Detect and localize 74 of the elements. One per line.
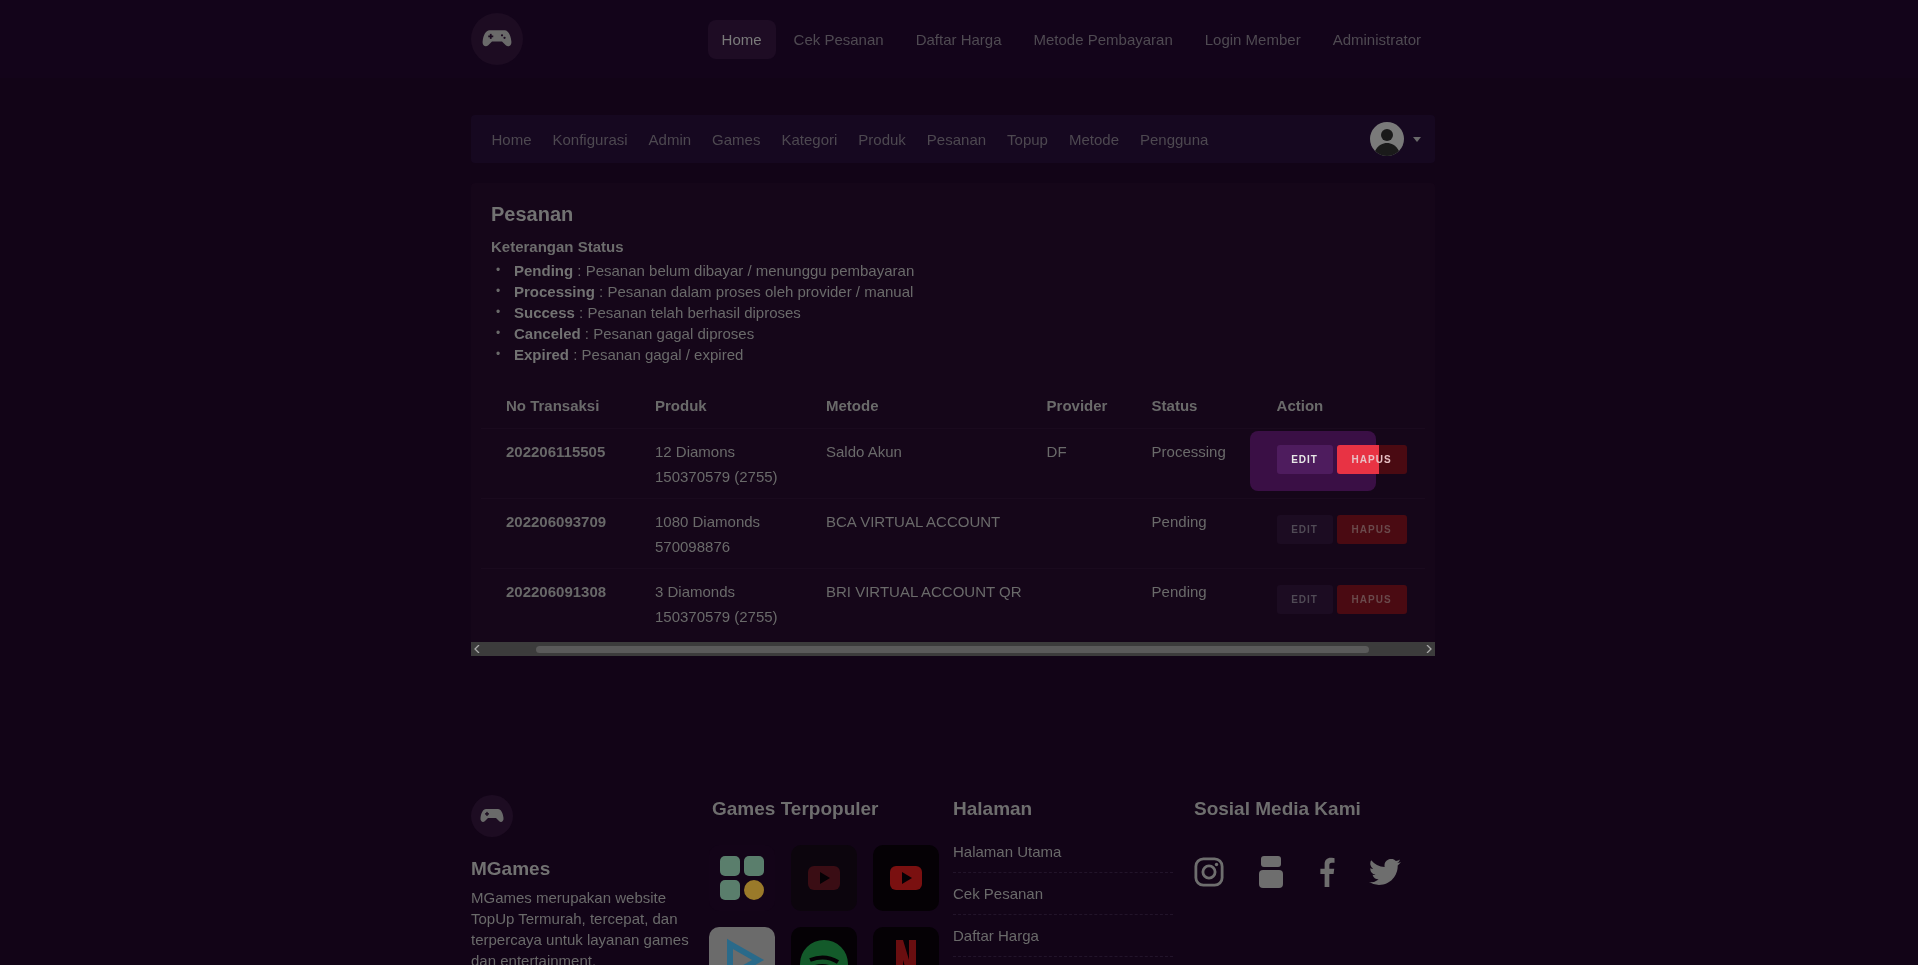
footer-heading: Games Terpopuler — [712, 797, 880, 821]
footer-link[interactable]: Daftar Harga — [953, 915, 1173, 957]
status-legend-item: Expired : Pesanan gagal / expired — [514, 345, 744, 365]
nav-link[interactable]: Administrator — [1318, 19, 1435, 59]
transaction-number: 202206115505 — [506, 443, 606, 460]
nav-link[interactable]: Home — [707, 19, 776, 59]
admin-nav-link[interactable]: Produk — [847, 130, 917, 148]
method-text: BRI VIRTUAL ACCOUNT QR — [826, 583, 1022, 600]
transaction-number: 202206091308 — [506, 583, 607, 600]
delete-button[interactable]: HAPUS — [1336, 515, 1407, 544]
product-text: 150370579 (2755) — [655, 607, 779, 627]
instagram-icon[interactable] — [1194, 857, 1224, 887]
bird-icon[interactable] — [1369, 859, 1401, 885]
scroll-left-icon[interactable] — [474, 645, 480, 653]
edit-button[interactable]: EDIT — [1276, 585, 1333, 614]
legend-title: Keterangan Status — [491, 238, 625, 255]
bullet: • — [496, 283, 502, 300]
status-legend-item: Canceled : Pesanan gagal diproses — [514, 324, 755, 344]
column-header: Action — [1251, 383, 1425, 429]
edit-button[interactable]: EDIT — [1276, 445, 1333, 474]
nav-link[interactable]: Login Member — [1190, 19, 1315, 59]
admin-nav-link[interactable]: Metode — [1058, 130, 1130, 148]
method-text: BCA VIRTUAL ACCOUNT — [826, 513, 1001, 530]
admin-nav-link[interactable]: Kategori — [770, 130, 848, 148]
scroll-right-icon[interactable] — [1426, 645, 1432, 653]
status-legend-item: Processing : Pesanan dalam proses oleh provider / manual — [514, 282, 914, 302]
horizontal-scrollbar[interactable] — [471, 642, 1435, 656]
status-text: Processing — [1151, 443, 1226, 460]
product-text: 3 Diamonds — [655, 582, 737, 602]
column-header: Metode — [801, 383, 1022, 429]
product-text: 150370579 (2755) — [655, 467, 779, 487]
nav-link[interactable]: Cek Pesanan — [779, 19, 898, 59]
admin-nav-link[interactable]: Topup — [996, 130, 1059, 148]
gamepad-logo-icon — [471, 795, 513, 837]
admin-nav-link[interactable]: Games — [701, 130, 771, 148]
status-text: Pending — [1151, 513, 1207, 530]
status-legend-item: Pending : Pesanan belum dibayar / menunggu pembayaran — [514, 261, 915, 281]
nav-link[interactable]: Daftar Harga — [901, 19, 1016, 59]
product-text: 1080 Diamonds — [655, 512, 762, 532]
footer-link[interactable]: Halaman Utama — [953, 831, 1173, 873]
brand-name: MGames — [471, 858, 552, 880]
transaction-number: 202206093709 — [506, 513, 607, 530]
facebook-icon[interactable] — [1318, 856, 1335, 888]
bullet: • — [496, 304, 502, 321]
footer-link[interactable]: Cek Pesanan — [953, 873, 1173, 915]
admin-nav-link[interactable]: Admin — [638, 130, 702, 148]
footer-heading: Sosial Media Kami — [1194, 797, 1362, 821]
admin-nav-link[interactable]: Home — [481, 130, 542, 148]
provider-text: DF — [1046, 443, 1067, 460]
gamepad-logo-icon[interactable] — [471, 13, 523, 65]
column-header: Provider — [1021, 383, 1127, 429]
product-text: 570098876 — [655, 537, 732, 557]
bullet: • — [496, 262, 502, 279]
admin-nav-link[interactable]: Pengguna — [1129, 130, 1219, 148]
status-text: Pending — [1151, 583, 1207, 600]
admin-nav-link[interactable]: Konfigurasi — [542, 130, 639, 148]
card-title: Pesanan — [491, 202, 575, 227]
column-header: No Transaksi — [481, 383, 630, 429]
game-logo-tile[interactable] — [873, 845, 939, 911]
nav-link[interactable]: Metode Pembayaran — [1019, 19, 1187, 59]
avatar-icon[interactable] — [1370, 122, 1404, 156]
edit-button[interactable]: EDIT — [1276, 515, 1333, 544]
admin-nav-link[interactable]: Pesanan — [916, 130, 997, 148]
game-logo-tile[interactable] — [791, 845, 857, 911]
column-header: Produk — [630, 383, 801, 429]
caret-icon[interactable] — [1413, 136, 1421, 142]
delete-button[interactable]: HAPUS — [1336, 585, 1407, 614]
product-text: 12 Diamons — [655, 442, 737, 462]
footer-heading: Halaman — [953, 797, 1034, 821]
bullet: • — [496, 346, 502, 363]
bullet: • — [496, 325, 502, 342]
column-header: Status — [1126, 383, 1252, 429]
status-legend-item: Success : Pesanan telah berhasil diproses — [514, 303, 801, 323]
method-text: Saldo Akun — [826, 443, 902, 460]
